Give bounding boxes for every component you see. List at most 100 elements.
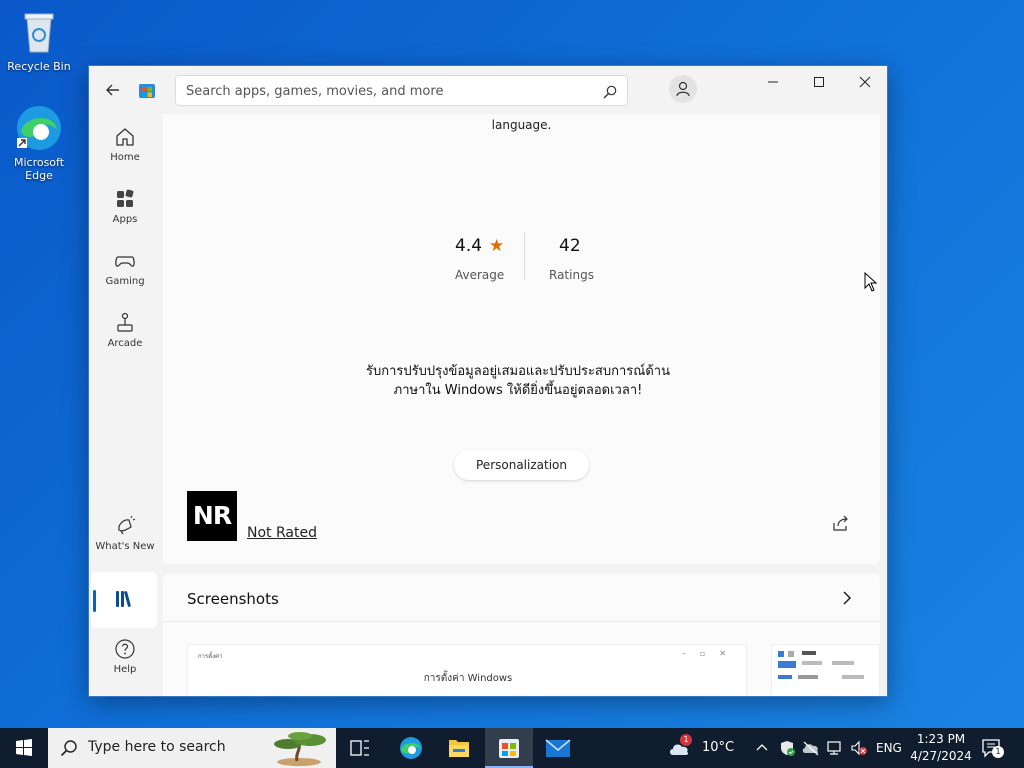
desktop-icon-recycle-bin[interactable]: Recycle Bin: [1, 8, 77, 73]
weather-badge: 1: [680, 734, 692, 746]
nav-item-arcade[interactable]: Arcade: [95, 312, 155, 368]
share-icon: [833, 515, 848, 531]
search-box[interactable]: [175, 75, 628, 106]
security-shield-icon[interactable]: [778, 739, 796, 757]
taskbar-edge[interactable]: [387, 728, 435, 768]
clock-time: 1:23 PM: [916, 732, 966, 746]
nav-active-indicator: [93, 590, 96, 612]
store-window: Home Apps Gaming Arcade: [88, 65, 888, 697]
user-icon: [676, 81, 690, 97]
whats-new-icon: [118, 515, 136, 535]
weather-temperature: 10°C: [702, 740, 735, 755]
app-details-card: language. 4.4 ★ Average 42 Ratings รับกา…: [163, 114, 880, 564]
age-rating-badge: NR: [187, 491, 237, 541]
file-explorer-icon: [449, 740, 469, 757]
screenshots-expand-button[interactable]: [840, 588, 854, 608]
task-view-button[interactable]: [336, 728, 384, 768]
taskbar-mail[interactable]: [534, 728, 582, 768]
library-icon: [116, 591, 131, 607]
account-button[interactable]: [669, 75, 697, 103]
taskbar-microsoft-store[interactable]: [485, 728, 533, 768]
taskbar-search-box[interactable]: Type here to search: [48, 728, 336, 768]
share-button[interactable]: [831, 514, 851, 534]
search-icon: [60, 740, 77, 757]
help-icon: [115, 639, 135, 659]
clock[interactable]: 1:23 PM 4/27/2024: [910, 730, 972, 766]
close-button[interactable]: [845, 72, 885, 92]
mail-icon: [545, 739, 571, 757]
notification-center-button[interactable]: 1: [980, 736, 1006, 760]
minimize-button[interactable]: [753, 72, 793, 92]
search-icon[interactable]: [603, 84, 617, 99]
onedrive-cloud-icon[interactable]: [802, 740, 820, 756]
back-button[interactable]: [103, 80, 123, 100]
mouse-cursor-icon: [864, 272, 878, 292]
screenshots-title: Screenshots: [187, 590, 279, 608]
nav-item-help[interactable]: Help: [95, 638, 155, 694]
taskbar: Type here to search 1 10°C ENG 1:23 PM 4…: [0, 728, 1024, 768]
rating-summary: 4.4 ★ Average 42 Ratings: [431, 232, 594, 286]
desktop-icon-label: Microsoft Edge: [13, 156, 65, 182]
nav-label: Arcade: [107, 338, 143, 349]
nav-item-home[interactable]: Home: [95, 126, 155, 182]
notification-count: 1: [992, 746, 1004, 758]
windows-logo-icon: [16, 739, 32, 756]
nav-item-gaming[interactable]: Gaming: [95, 250, 155, 306]
chevron-up-icon[interactable]: [755, 741, 769, 755]
screenshot-window-controls: –▫✕: [681, 649, 740, 658]
nav-label: Gaming: [105, 276, 145, 287]
back-arrow-icon: [106, 84, 119, 96]
desktop-icon-edge[interactable]: Microsoft Edge: [1, 104, 77, 182]
home-icon: [116, 128, 134, 146]
screenshot-caption: การตั้งค่า: [198, 653, 223, 660]
average-rating-value: 4.4: [455, 236, 483, 256]
section-divider: [163, 621, 880, 622]
minimize-icon: [768, 81, 778, 83]
maximize-icon: [814, 77, 824, 87]
network-icon[interactable]: [826, 740, 844, 756]
title-bar: [89, 66, 887, 114]
average-rating-label: Average: [455, 268, 505, 282]
nav-item-whats-new[interactable]: What's New: [95, 515, 155, 571]
screenshot-title: การตั้งค่า Windows: [423, 673, 513, 684]
desktop-icon-label: Recycle Bin: [7, 60, 71, 73]
nav-label: Help: [113, 664, 137, 675]
main-content: language. 4.4 ★ Average 42 Ratings รับกา…: [163, 114, 880, 696]
search-input[interactable]: [186, 81, 586, 101]
volume-muted-icon[interactable]: [850, 740, 868, 756]
arcade-icon: [117, 312, 133, 332]
screenshots-section: Screenshots การตั้งค่า –▫✕ การตั้งค่า Wi…: [163, 574, 880, 696]
bonsai-tree-icon: [274, 732, 326, 766]
maximize-button[interactable]: [799, 72, 839, 92]
rating-divider: [524, 232, 525, 280]
nav-label: Home: [110, 152, 140, 163]
screenshot-thumbnail-2[interactable]: [771, 644, 880, 696]
weather-button[interactable]: 1: [668, 734, 692, 760]
category-chip[interactable]: Personalization: [454, 450, 589, 480]
gaming-icon: [115, 256, 135, 267]
store-logo-icon: [139, 82, 155, 98]
star-icon: ★: [489, 236, 505, 256]
age-rating-link[interactable]: Not Rated: [247, 525, 317, 541]
task-view-icon: [350, 740, 369, 756]
left-nav: Home Apps Gaming Arcade What's New Help: [89, 114, 161, 696]
edge-icon: [15, 104, 63, 152]
app-description: รับการปรับปรุงข้อมูลอยู่เสมอและปรับประสบ…: [293, 362, 743, 400]
edge-icon: [400, 737, 422, 759]
nav-item-apps[interactable]: Apps: [95, 188, 155, 244]
chevron-right-icon: [843, 591, 852, 605]
screenshot-preview-graphic: [778, 651, 864, 679]
input-language[interactable]: ENG: [876, 741, 902, 755]
start-button[interactable]: [0, 728, 48, 768]
screenshot-thumbnail-1[interactable]: การตั้งค่า –▫✕ การตั้งค่า Windows: [187, 644, 747, 696]
recycle-bin-icon: [15, 8, 63, 56]
apps-icon: [117, 189, 134, 207]
description-line-1: รับการปรับปรุงข้อมูลอยู่เสมอและปรับประสบ…: [366, 364, 670, 379]
taskbar-file-explorer[interactable]: [435, 728, 483, 768]
clock-date: 4/27/2024: [910, 749, 972, 763]
close-icon: [859, 76, 871, 88]
taskbar-search-placeholder: Type here to search: [88, 739, 226, 755]
description-tail-text: language.: [491, 118, 552, 132]
store-icon: [499, 739, 519, 758]
nav-item-library[interactable]: [91, 572, 157, 628]
